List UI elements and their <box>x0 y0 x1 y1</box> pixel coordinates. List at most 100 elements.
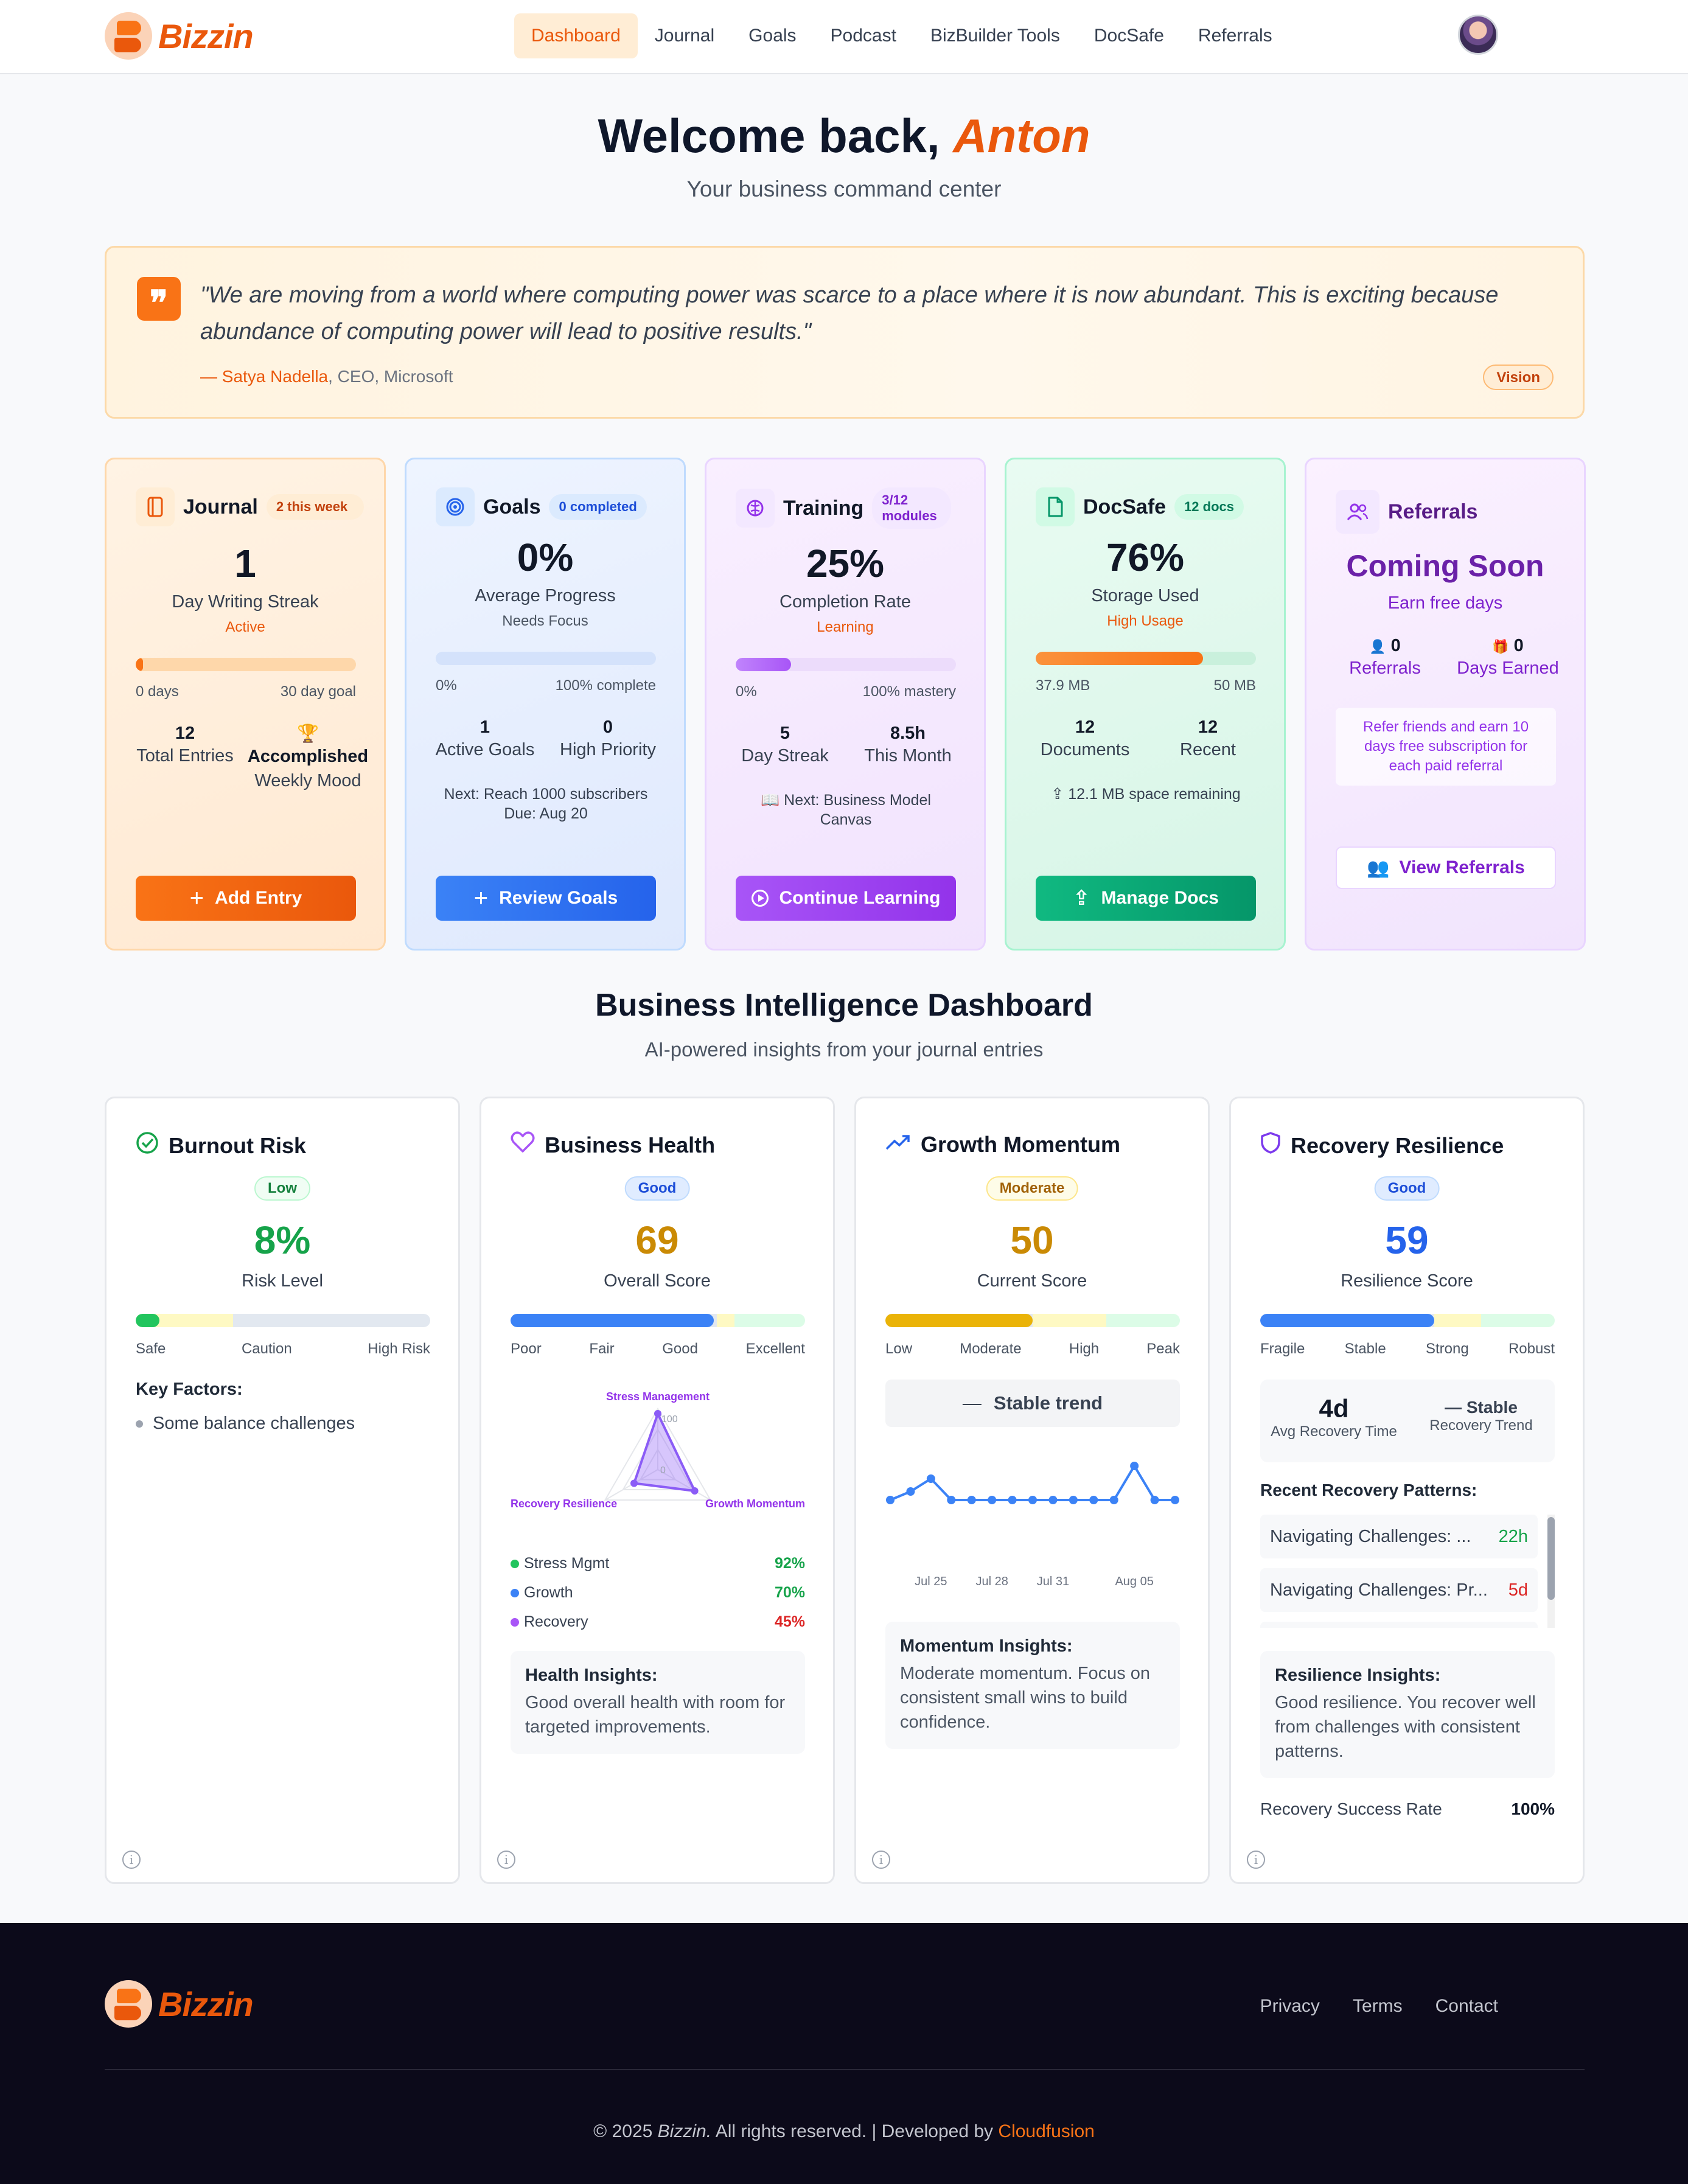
insight-title: Resilience Insights: <box>1275 1666 1441 1685</box>
plus-icon: + <box>189 884 204 912</box>
shield-icon <box>1260 1131 1281 1160</box>
scrollbar-track[interactable] <box>1547 1515 1555 1628</box>
green-dot-icon <box>511 1559 519 1568</box>
progress-fill <box>511 1314 714 1327</box>
training-status: Learning <box>817 619 874 635</box>
stat-days-earned: 🎁 0 Days Earned <box>1446 636 1569 680</box>
file-icon <box>1036 487 1075 526</box>
stat-value-row: 🎁 0 <box>1446 636 1569 656</box>
referrals-card: Referrals Coming Soon Earn free days 👤 0… <box>1305 458 1586 951</box>
stat-weekly-mood: 🏆 Accomplished Weekly Mood <box>246 724 369 793</box>
growth-x-tick-label: Jul 28 <box>975 1575 1008 1588</box>
growth-trend-box: — Stable trend <box>885 1380 1180 1427</box>
stat-label: Recent <box>1180 740 1236 759</box>
docsafe-title: DocSafe <box>1083 495 1167 518</box>
growth-value: 50 <box>1010 1218 1054 1262</box>
info-icon[interactable]: i <box>1247 1851 1265 1869</box>
heart-icon <box>511 1131 535 1159</box>
docsafe-status: High Usage <box>1107 613 1184 629</box>
scale-label: Moderate <box>960 1341 1022 1357</box>
brain-icon <box>736 489 775 528</box>
scale-label: High <box>1069 1341 1100 1357</box>
view-referrals-button[interactable]: 👥 View Referrals <box>1336 846 1556 889</box>
footer-logo[interactable]: Bizzin <box>105 1980 254 2028</box>
growth-data-point <box>1008 1496 1017 1504</box>
footer-link-contact[interactable]: Contact <box>1435 1996 1498 2017</box>
recovery-bar <box>1260 1314 1555 1327</box>
target-icon <box>436 487 475 526</box>
recovery-pattern-item[interactable]: Navigating Challenges: Pr... 5d <box>1260 1568 1538 1612</box>
nav-goals[interactable]: Goals <box>731 13 813 58</box>
bi-section-title: Business Intelligence Dashboard <box>595 988 1093 1023</box>
info-icon[interactable]: i <box>122 1851 141 1869</box>
continue-learning-button[interactable]: Continue Learning <box>736 876 956 921</box>
book-icon: 📖 <box>761 792 780 809</box>
docsafe-storage-label: Storage Used <box>1091 586 1199 605</box>
blue-dot-icon <box>511 1588 519 1597</box>
welcome-greeting: Welcome back, <box>598 109 940 162</box>
scale-end: 50 MB <box>1213 677 1256 694</box>
nav-bizbuilder-tools[interactable]: BizBuilder Tools <box>913 13 1077 58</box>
scale-label: Safe <box>136 1341 166 1357</box>
journal-card-header: Journal 2 this week <box>136 487 364 526</box>
health-header: Business Health <box>511 1131 715 1159</box>
user-avatar[interactable] <box>1458 15 1498 55</box>
bullet-icon <box>136 1420 143 1428</box>
nav-podcast[interactable]: Podcast <box>814 13 913 58</box>
recovery-pattern-item[interactable] <box>1260 1622 1538 1628</box>
docsafe-card-header: DocSafe 12 docs <box>1036 487 1244 526</box>
play-circle-icon <box>751 890 769 907</box>
nav-referrals[interactable]: Referrals <box>1181 13 1289 58</box>
progress-fill <box>136 658 143 671</box>
stat-label: Total Entries <box>136 746 234 766</box>
nav-dashboard[interactable]: Dashboard <box>514 13 638 58</box>
brand-logo[interactable]: Bizzin <box>105 12 254 60</box>
stat-high-priority: 0 High Priority <box>546 717 669 762</box>
growth-data-point <box>926 1474 935 1483</box>
stat-documents: 12 Documents <box>1024 717 1146 762</box>
journal-status: Active <box>225 619 265 635</box>
avg-recovery-label: Avg Recovery Time <box>1271 1423 1397 1440</box>
goals-badge: 0 completed <box>549 494 647 520</box>
trend-text: Stable trend <box>993 1392 1103 1414</box>
recovery-trend-value: Stable <box>1466 1398 1518 1417</box>
goals-title: Goals <box>483 495 541 518</box>
stat-active-goals: 1 Active Goals <box>424 717 546 762</box>
key-factors-title: Key Factors: <box>136 1380 243 1399</box>
recovery-patterns-list[interactable]: Navigating Challenges: ... 22h Navigating… <box>1260 1515 1555 1628</box>
growth-label: Current Score <box>977 1271 1087 1291</box>
health-bar <box>511 1314 805 1327</box>
goals-card: Goals 0 completed 0% Average Progress Ne… <box>405 458 686 951</box>
stat-label: Weekly Mood <box>254 771 361 790</box>
growth-x-tick-label: Jul 25 <box>915 1575 947 1588</box>
growth-data-point <box>1150 1496 1159 1504</box>
bi-section-subtitle: AI-powered insights from your journal en… <box>644 1038 1044 1061</box>
recovery-resilience-card: Recovery Resilience Good 59 Resilience S… <box>1229 1097 1585 1884</box>
stat-recent: 12 Recent <box>1146 717 1269 762</box>
info-icon[interactable]: i <box>872 1851 890 1869</box>
metric-stress: Stress Mgmt 92% <box>511 1549 805 1578</box>
quote-author: — Satya Nadella, CEO, Microsoft <box>200 367 453 386</box>
manage-docs-button[interactable]: ⇪ Manage Docs <box>1036 876 1256 921</box>
review-goals-button[interactable]: + Review Goals <box>436 876 656 921</box>
developer-link[interactable]: Cloudfusion <box>998 2121 1094 2141</box>
stat-label: Referrals <box>1349 658 1421 678</box>
scrollbar-thumb[interactable] <box>1547 1517 1555 1600</box>
welcome-title: Welcome back, Anton <box>0 108 1688 164</box>
referrals-headline: Coming Soon <box>1346 549 1544 583</box>
recovery-label: Resilience Score <box>1341 1271 1473 1291</box>
footer-link-terms[interactable]: Terms <box>1353 1996 1403 2017</box>
footer-link-privacy[interactable]: Privacy <box>1260 1996 1320 2017</box>
metric-growth: Growth 70% <box>511 1578 805 1607</box>
add-entry-button[interactable]: + Add Entry <box>136 876 356 921</box>
growth-data-point <box>1109 1496 1118 1504</box>
growth-data-point <box>1089 1496 1098 1504</box>
referrals-title: Referrals <box>1388 500 1478 523</box>
nav-docsafe[interactable]: DocSafe <box>1077 13 1181 58</box>
stat-label: Day Streak <box>741 746 829 766</box>
metric-label: Growth <box>524 1583 573 1601</box>
nav-journal[interactable]: Journal <box>638 13 731 58</box>
footer: Bizzin Privacy Terms Contact © 2025 Bizz… <box>0 1923 1688 2184</box>
recovery-pattern-item[interactable]: Navigating Challenges: ... 22h <box>1260 1515 1538 1558</box>
info-icon[interactable]: i <box>497 1851 515 1869</box>
